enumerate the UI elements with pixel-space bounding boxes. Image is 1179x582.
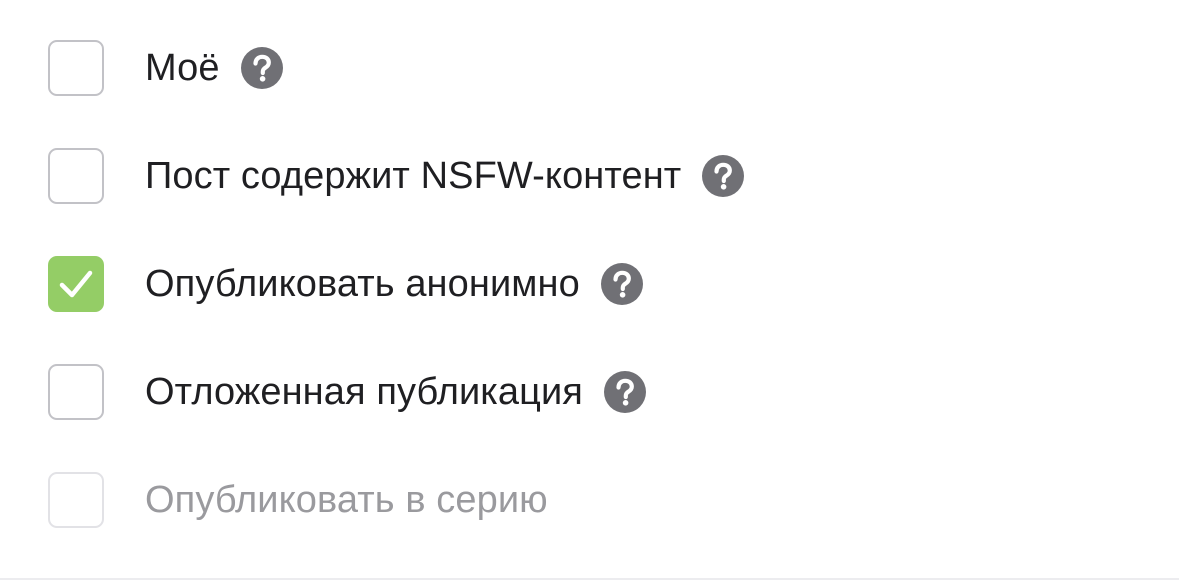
- option-series: Опубликовать в серию: [48, 470, 548, 530]
- divider: [0, 578, 1179, 580]
- checkbox-mine[interactable]: [48, 40, 104, 96]
- option-mine[interactable]: Моё: [48, 38, 283, 98]
- checkbox-scheduled[interactable]: [48, 364, 104, 420]
- option-label: Пост содержит NSFW-контент: [145, 154, 682, 197]
- option-label: Отложенная публикация: [145, 370, 583, 413]
- option-nsfw[interactable]: Пост содержит NSFW-контент: [48, 146, 745, 206]
- checkbox-anonymous[interactable]: [48, 256, 104, 312]
- checkmark-icon: [59, 270, 93, 298]
- post-options-list: Моё Пост содержит NSFW-контент Опубликов…: [0, 0, 1179, 578]
- question-circle-icon[interactable]: [600, 263, 643, 305]
- question-circle-icon[interactable]: [240, 47, 283, 89]
- option-label: Моё: [145, 46, 220, 89]
- question-circle-icon[interactable]: [702, 155, 745, 197]
- option-label: Опубликовать в серию: [145, 478, 548, 521]
- option-scheduled[interactable]: Отложенная публикация: [48, 362, 646, 422]
- option-anonymous[interactable]: Опубликовать анонимно: [48, 254, 643, 314]
- checkbox-series: [48, 472, 104, 528]
- option-label: Опубликовать анонимно: [145, 262, 580, 305]
- question-circle-icon[interactable]: [603, 371, 646, 413]
- checkbox-nsfw[interactable]: [48, 148, 104, 204]
